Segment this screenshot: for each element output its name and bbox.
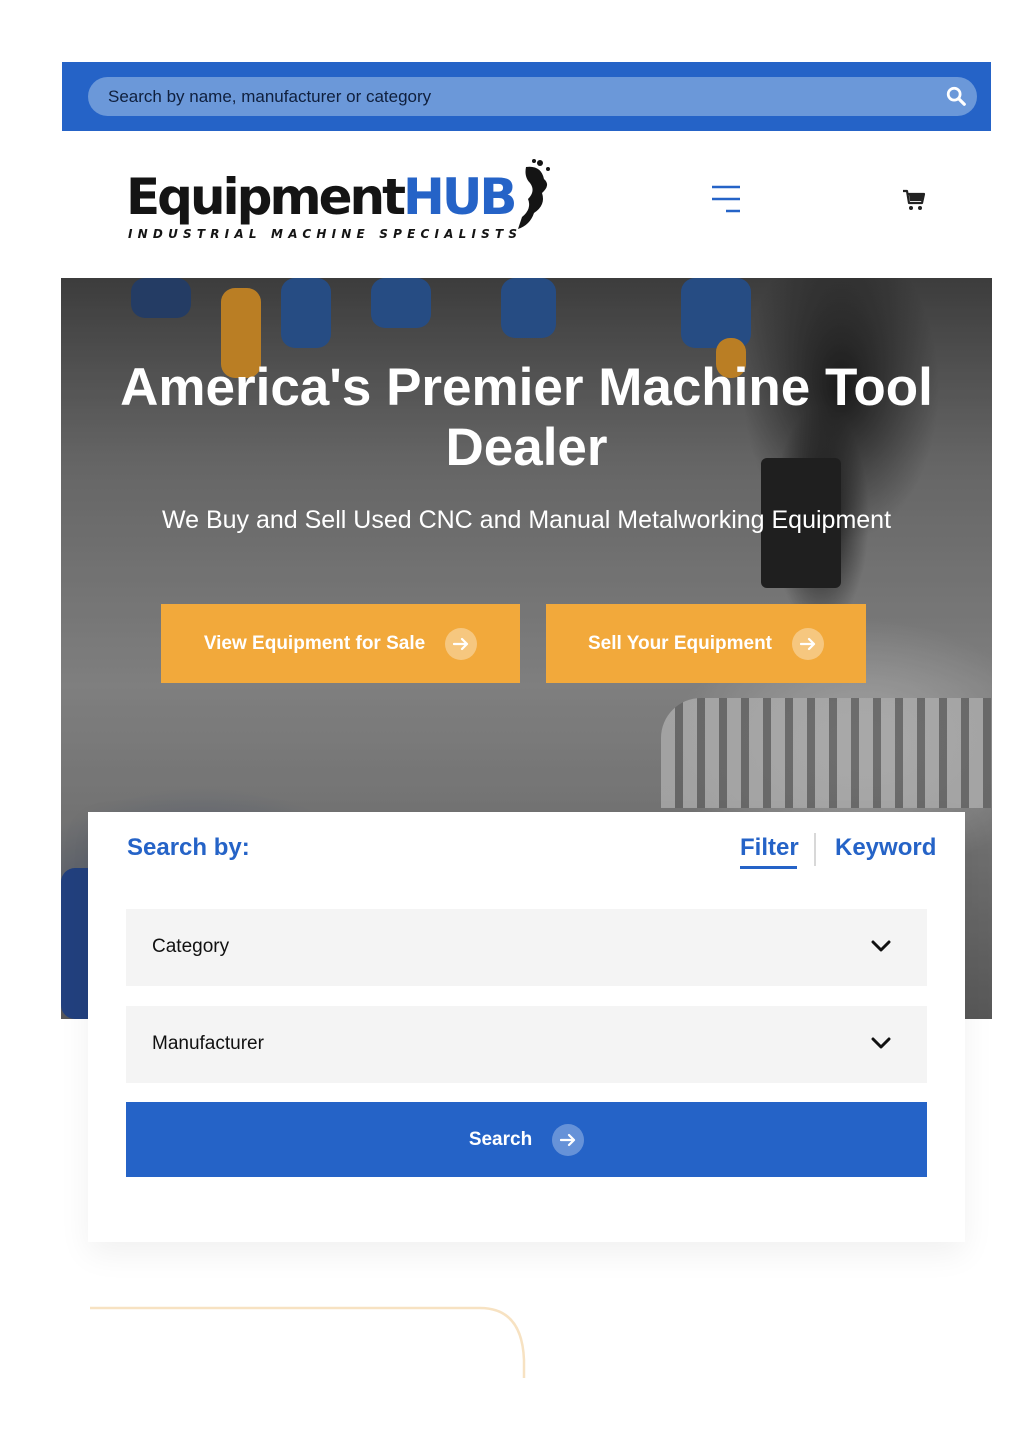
sell-equipment-button[interactable]: Sell Your Equipment [546,604,866,683]
view-equipment-label: View Equipment for Sale [203,632,426,654]
hero-title: America's Premier Machine Tool Dealer [120,358,933,477]
active-tab-indicator [740,866,797,869]
manufacturer-select-value: Manufacturer [152,1033,264,1054]
site-header: EquipmentHUB INDUSTRIAL MACHINE SPECIALI… [62,131,991,278]
site-search-input[interactable]: Search by name, manufacturer or category [88,77,977,116]
arrow-right-icon [552,1123,585,1156]
search-button[interactable]: Search [126,1102,927,1177]
logo-splash-graphic [518,159,550,229]
equipmenthub-logo[interactable]: EquipmentHUB INDUSTRIAL MACHINE SPECIALI… [126,157,550,247]
logo-equipment-text: Equipment [126,168,406,226]
chevron-down-icon [871,940,891,952]
sell-equipment-label: Sell Your Equipment [587,632,773,654]
top-search-bar: Search by name, manufacturer or category [62,62,991,131]
chevron-down-icon [871,1037,891,1049]
search-button-label: Search [468,1128,533,1150]
arrow-right-icon [445,627,478,660]
cart-icon[interactable] [902,189,926,211]
hero-subtitle: We Buy and Sell Used CNC and Manual Meta… [161,506,892,534]
equipment-search-card: Search by: Filter Keyword Category Manuf… [88,812,965,1242]
view-equipment-button[interactable]: View Equipment for Sale [161,604,520,683]
logo-tagline: INDUSTRIAL MACHINE SPECIALISTS [128,227,523,241]
category-select[interactable]: Category [126,909,927,986]
category-select-value: Category [152,936,230,957]
tab-filter[interactable]: Filter [740,834,799,862]
search-by-heading: Search by: [127,834,250,861]
tab-divider [814,833,816,866]
search-icon[interactable] [945,85,967,107]
arrow-right-icon [792,627,825,660]
logo-wordmark: EquipmentHUB [126,168,518,226]
manufacturer-select[interactable]: Manufacturer [126,1006,927,1083]
hamburger-menu-icon[interactable] [710,184,742,214]
decorative-curve [90,1306,526,1378]
search-placeholder: Search by name, manufacturer or category [108,87,432,106]
tab-keyword[interactable]: Keyword [835,834,936,862]
